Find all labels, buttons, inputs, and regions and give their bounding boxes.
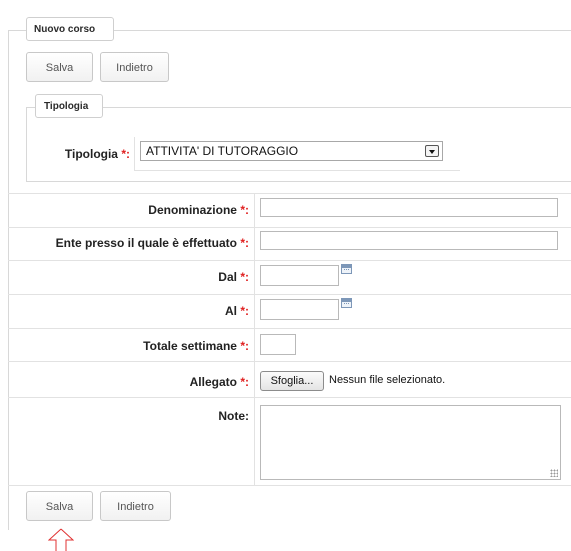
denominazione-label: Denominazione *: bbox=[148, 203, 249, 217]
arrow-up-icon bbox=[48, 528, 74, 551]
settimane-label: Totale settimane *: bbox=[143, 339, 249, 353]
tipologia-divider bbox=[134, 137, 135, 171]
row-divider bbox=[8, 193, 571, 194]
file-status: Nessun file selezionato. bbox=[329, 374, 446, 386]
save-button-bottom[interactable]: Salva bbox=[26, 491, 93, 521]
calendar-icon[interactable] bbox=[341, 298, 352, 308]
tipologia-label: Tipologia *: bbox=[64, 147, 130, 161]
row-divider bbox=[8, 485, 571, 486]
settimane-input[interactable] bbox=[260, 334, 296, 355]
form-frame-left bbox=[8, 30, 9, 530]
tipologia-underline bbox=[134, 170, 460, 171]
chevron-down-icon[interactable] bbox=[425, 145, 439, 157]
save-button-top[interactable]: Salva bbox=[26, 52, 93, 82]
ente-input[interactable] bbox=[260, 231, 558, 250]
browse-file-button[interactable]: Sfoglia... bbox=[260, 371, 324, 391]
back-button-bottom[interactable]: Indietro bbox=[100, 491, 171, 521]
ente-label: Ente presso il quale è effettuato *: bbox=[55, 236, 249, 250]
dal-date-input[interactable] bbox=[260, 265, 339, 286]
label-column-divider bbox=[254, 193, 255, 485]
form-legend: Nuovo corso bbox=[26, 17, 114, 41]
tipologia-legend: Tipologia bbox=[35, 94, 103, 118]
row-divider bbox=[8, 361, 571, 362]
resize-grip-icon[interactable] bbox=[550, 469, 558, 477]
allegato-label: Allegato *: bbox=[189, 375, 249, 389]
calendar-icon[interactable] bbox=[341, 264, 352, 274]
dal-label: Dal *: bbox=[218, 270, 249, 284]
row-divider bbox=[8, 328, 571, 329]
al-date-input[interactable] bbox=[260, 299, 339, 320]
al-label: Al *: bbox=[224, 304, 249, 318]
note-textarea[interactable] bbox=[260, 405, 561, 480]
back-button-top[interactable]: Indietro bbox=[100, 52, 169, 82]
note-label: Note: bbox=[218, 409, 249, 423]
row-divider bbox=[8, 260, 571, 261]
row-divider bbox=[8, 294, 571, 295]
denominazione-input[interactable] bbox=[260, 198, 558, 217]
row-divider bbox=[8, 227, 571, 228]
row-divider bbox=[8, 397, 571, 398]
tipologia-select[interactable]: ATTIVITA' DI TUTORAGGIO bbox=[140, 141, 443, 161]
